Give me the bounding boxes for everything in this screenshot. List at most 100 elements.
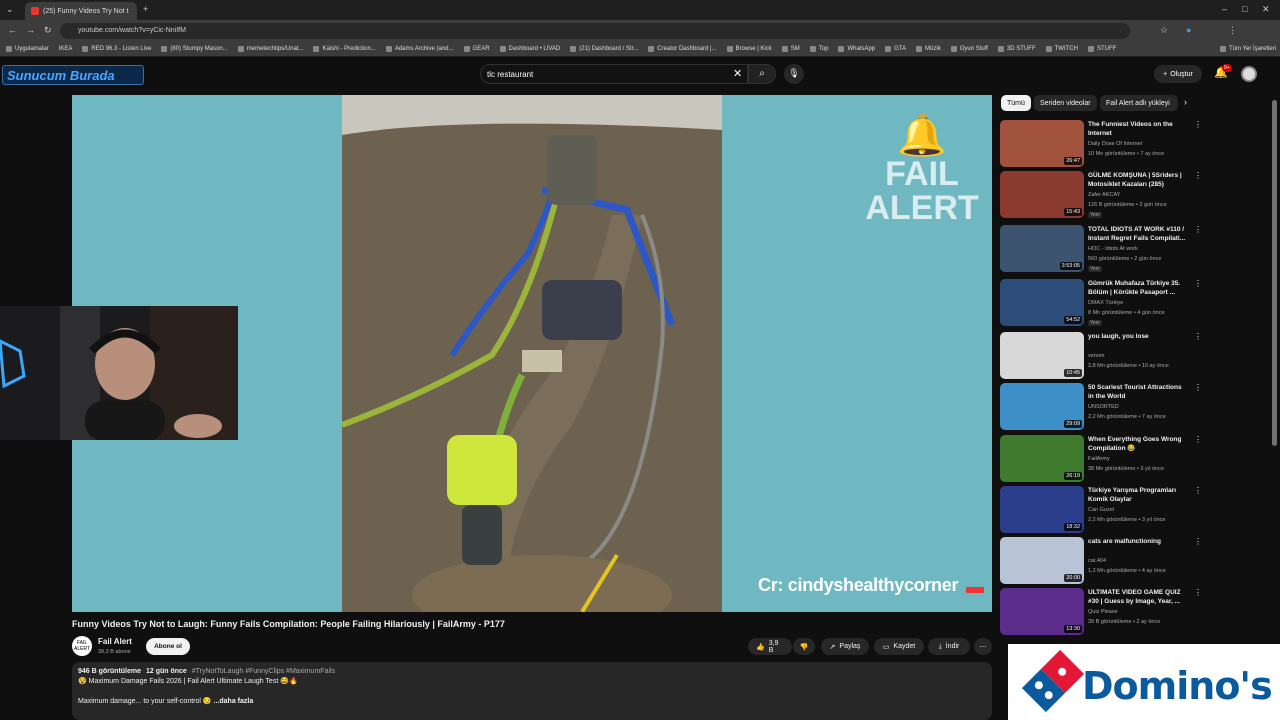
more-vertical-icon[interactable]: ⋮	[1194, 279, 1202, 288]
subscribe-button[interactable]: Abone ol	[146, 638, 190, 655]
recommendation-channel[interactable]: venom	[1088, 353, 1105, 359]
recommendation-title[interactable]: Gümrük Muhafaza Türkiye 35. Bölüm | Körü…	[1088, 279, 1188, 297]
bookmark-item[interactable]: Browse | Kick	[726, 46, 772, 52]
recommendation-title[interactable]: Türkiye Yarışma Programları Komik Olayla…	[1088, 486, 1188, 504]
channel-logo[interactable]: Sunucum Burada	[2, 65, 144, 85]
recommendation-channel[interactable]: Zafer AKCAY	[1088, 192, 1120, 198]
maximize-icon[interactable]: □	[1242, 4, 1247, 14]
video-thumbnail[interactable]: 26:19	[1000, 435, 1084, 482]
recommendation-title[interactable]: The Funniest Videos on the Internet	[1088, 120, 1188, 138]
search-input[interactable]: tlc restaurant	[480, 64, 748, 84]
recommendation-title[interactable]: When Everything Goes Wrong Compilation 😂	[1088, 435, 1188, 453]
tab-list-icon[interactable]: ⌄	[6, 4, 14, 15]
url-field[interactable]: youtube.com/watch?v=yCic-NniIfM	[60, 23, 1130, 39]
bookmark-item[interactable]: WhatsApp	[838, 46, 875, 52]
recommendation-item[interactable]: 20:00 cats are malfunctioning cat.404 1,2 M…	[1000, 537, 1202, 585]
recommendation-item[interactable]: 10:45 you laugh, you lose venom 2,8 Mn görü…	[1000, 332, 1202, 380]
recommendation-channel[interactable]: DMAX Türkiye	[1088, 300, 1123, 306]
save-button[interactable]: ▭ Kaydet	[874, 638, 924, 655]
recommendation-channel[interactable]: Daily Dose Of Internet	[1088, 141, 1142, 147]
recommendation-item[interactable]: 3:53:05 TOTAL IDIOTS AT WORK #110 / Insta…	[1000, 225, 1202, 273]
extension-icon[interactable]: ●	[1186, 25, 1191, 35]
bookmark-item[interactable]: Adams Archive (and...	[385, 46, 454, 52]
video-thumbnail[interactable]: 18:32	[1000, 486, 1084, 533]
video-thumbnail[interactable]: 29:09	[1000, 383, 1084, 430]
browser-tab[interactable]: (25) Funny Videos Try Not t	[25, 2, 137, 20]
description-box[interactable]: 946 B görüntüleme 12 gün önce #TryNotToL…	[72, 662, 992, 720]
bookmark-item[interactable]: Creator Dashboard |...	[648, 46, 717, 52]
clear-search-icon[interactable]: ✕	[733, 67, 742, 80]
channel-name[interactable]: Fail Alert	[98, 637, 132, 646]
recommendation-title[interactable]: 50 Scariest Tourist Attractions in the W…	[1088, 383, 1188, 401]
recommendation-title[interactable]: you laugh, you lose	[1088, 332, 1188, 341]
chip-uploader[interactable]: Fail Alert adlı yükleyi	[1100, 95, 1178, 111]
create-button[interactable]: + Oluştur	[1154, 65, 1202, 83]
recommendation-channel[interactable]: cat.404	[1088, 558, 1106, 564]
more-vertical-icon[interactable]: ⋮	[1194, 537, 1202, 546]
reload-icon[interactable]: ↻	[44, 25, 52, 36]
scrollbar[interactable]	[1272, 100, 1277, 446]
bookmark-item[interactable]: GTA	[885, 46, 906, 52]
bookmark-item[interactable]: Müzik	[916, 46, 941, 52]
more-actions-button[interactable]: ⋯	[974, 638, 992, 655]
chevron-right-icon[interactable]: ›	[1184, 97, 1187, 107]
bookmark-item[interactable]: SM	[781, 46, 800, 52]
bookmark-item[interactable]: Top	[809, 46, 828, 52]
recommendation-title[interactable]: TOTAL IDIOTS AT WORK #110 / Instant Regr…	[1088, 225, 1188, 243]
recommendation-title[interactable]: ULTIMATE VIDEO GAME QUIZ #30 | Guess by …	[1088, 588, 1188, 606]
more-vertical-icon[interactable]: ⋮	[1194, 486, 1202, 495]
video-thumbnail[interactable]: 26:47	[1000, 120, 1084, 167]
more-vertical-icon[interactable]: ⋮	[1194, 588, 1202, 597]
menu-icon[interactable]: ⋮	[1228, 25, 1237, 36]
recommendation-item[interactable]: 15:43 GÜLME KOMŞUNA | 5Sriders | Motosikl…	[1000, 171, 1202, 219]
more-vertical-icon[interactable]: ⋮	[1194, 383, 1202, 392]
video-thumbnail[interactable]: 3:53:05	[1000, 225, 1084, 272]
video-thumbnail[interactable]: 15:43	[1000, 171, 1084, 218]
show-more-link[interactable]: ...daha fazla	[214, 698, 254, 705]
recommendation-item[interactable]: 29:09 50 Scariest Tourist Attractions in …	[1000, 383, 1202, 431]
chip-all[interactable]: Tümü	[1001, 95, 1031, 111]
chip-series[interactable]: Seriden videolar	[1034, 95, 1097, 111]
video-thumbnail[interactable]: 54:52	[1000, 279, 1084, 326]
close-window-icon[interactable]: ✕	[1262, 4, 1270, 15]
bookmark-star-icon[interactable]: ☆	[1160, 25, 1168, 36]
video-thumbnail[interactable]: 20:00	[1000, 537, 1084, 584]
bookmark-item[interactable]: STUFF	[1087, 46, 1116, 52]
recommendation-channel[interactable]: UNSORTED	[1088, 404, 1119, 410]
bookmark-item[interactable]: (80) Stumpy Mason...	[161, 46, 228, 52]
bookmark-item[interactable]: GEAR	[463, 46, 490, 52]
recommendation-channel[interactable]: FailArmy	[1088, 456, 1110, 462]
dislike-button[interactable]: 👎	[793, 638, 815, 655]
avatar[interactable]	[1241, 66, 1257, 82]
recommendation-title[interactable]: cats are malfunctioning	[1088, 537, 1188, 546]
recommendation-title[interactable]: GÜLME KOMŞUNA | 5Sriders | Motosiklet Ka…	[1088, 171, 1188, 189]
more-vertical-icon[interactable]: ⋮	[1194, 225, 1202, 234]
bookmark-item[interactable]: (21) Dashboard / Str...	[570, 46, 638, 52]
video-thumbnail[interactable]: 13:30	[1000, 588, 1084, 635]
share-button[interactable]: ↗ Paylaş	[821, 638, 869, 655]
bookmark-item[interactable]: TWITCH	[1045, 46, 1078, 52]
bookmark-item[interactable]: RED 96.3 - Listen Live	[82, 46, 151, 52]
bookmark-item[interactable]: Oyun Stuff	[950, 46, 988, 52]
minimize-icon[interactable]: –	[1222, 4, 1227, 14]
recommendation-item[interactable]: 18:32 Türkiye Yarışma Programları Komik O…	[1000, 486, 1202, 534]
search-button[interactable]: ⌕	[748, 64, 776, 84]
bookmark-item[interactable]: memetechtips/Unat...	[237, 46, 303, 52]
hashtags[interactable]: #TryNotToLaugh #FunnyClips #MaximumFails	[192, 668, 335, 675]
recommendation-item[interactable]: 54:52 Gümrük Muhafaza Türkiye 35. Bölüm |…	[1000, 279, 1202, 327]
download-button[interactable]: ⤓ İndir	[928, 638, 970, 655]
recommendation-channel[interactable]: Quiz Please	[1088, 609, 1118, 615]
more-vertical-icon[interactable]: ⋮	[1194, 332, 1202, 341]
recommendation-item[interactable]: 26:47 The Funniest Videos on the Internet…	[1000, 120, 1202, 168]
recommendation-channel[interactable]: HOC - Idiots At work	[1088, 246, 1138, 252]
back-icon[interactable]: ←	[8, 25, 17, 35]
recommendation-item[interactable]: 13:30 ULTIMATE VIDEO GAME QUIZ #30 | Gues…	[1000, 588, 1202, 636]
bookmark-item[interactable]: IKEA	[59, 46, 73, 52]
video-thumbnail[interactable]: 10:45	[1000, 332, 1084, 379]
forward-icon[interactable]: →	[26, 25, 35, 35]
more-vertical-icon[interactable]: ⋮	[1194, 171, 1202, 180]
bookmark-item[interactable]: Uygulamalar	[6, 46, 49, 52]
bookmark-item[interactable]: Kaishi - Prediction...	[313, 46, 376, 52]
voice-search-button[interactable]: 🎙	[784, 64, 804, 84]
like-button[interactable]: 👍 3,9 B	[748, 638, 792, 655]
